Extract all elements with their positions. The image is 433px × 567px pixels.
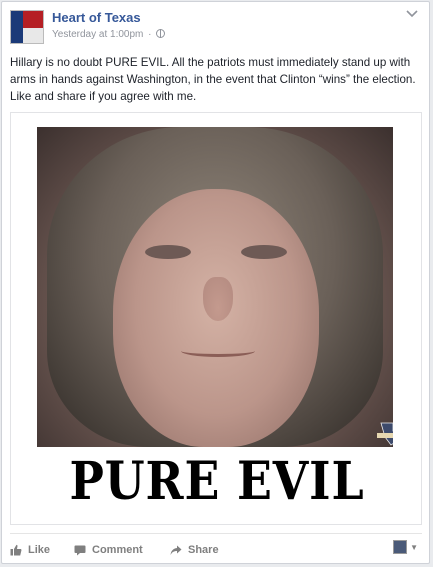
image-headline: PURE EVIL — [69, 451, 365, 512]
caret-down-icon: ▼ — [410, 542, 418, 552]
meta-separator: · — [148, 29, 152, 40]
page-avatar[interactable] — [10, 10, 44, 44]
globe-icon[interactable] — [156, 29, 166, 38]
share-arrow-icon — [170, 545, 182, 555]
like-label: Like — [28, 544, 51, 556]
like-button[interactable]: Like — [10, 542, 50, 558]
right-eye-shape — [241, 245, 287, 259]
post-timestamp[interactable]: Yesterday at 1:00pm — [52, 29, 143, 40]
post-image[interactable]: PURE EVIL — [10, 112, 422, 525]
share-label: Share — [188, 544, 219, 556]
viewer-avatar — [393, 540, 408, 554]
texas-watermark-icon — [377, 422, 393, 446]
speech-bubble-icon — [74, 545, 86, 555]
thumbs-up-icon — [10, 544, 22, 556]
avatar-flag-blue — [11, 11, 23, 43]
nose-shape — [203, 277, 233, 321]
post-as-selector[interactable]: ▼ — [393, 540, 418, 554]
comment-label: Comment — [92, 544, 143, 556]
post-meta: Yesterday at 1:00pm · — [52, 29, 166, 40]
post-card: Heart of Texas Yesterday at 1:00pm · Hil… — [1, 1, 430, 564]
post-text: Hillary is no doubt PURE EVIL. All the p… — [10, 56, 416, 103]
portrait-photo — [37, 127, 393, 447]
avatar-flag-white — [23, 28, 43, 43]
page-name-link[interactable]: Heart of Texas — [52, 10, 141, 25]
mouth-shape — [181, 345, 255, 357]
comment-button[interactable]: Comment — [74, 542, 143, 558]
share-button[interactable]: Share — [170, 542, 219, 558]
left-eye-shape — [145, 245, 191, 259]
chevron-down-icon[interactable] — [405, 8, 419, 22]
action-bar: Like Comment Share ▼ — [10, 533, 422, 561]
